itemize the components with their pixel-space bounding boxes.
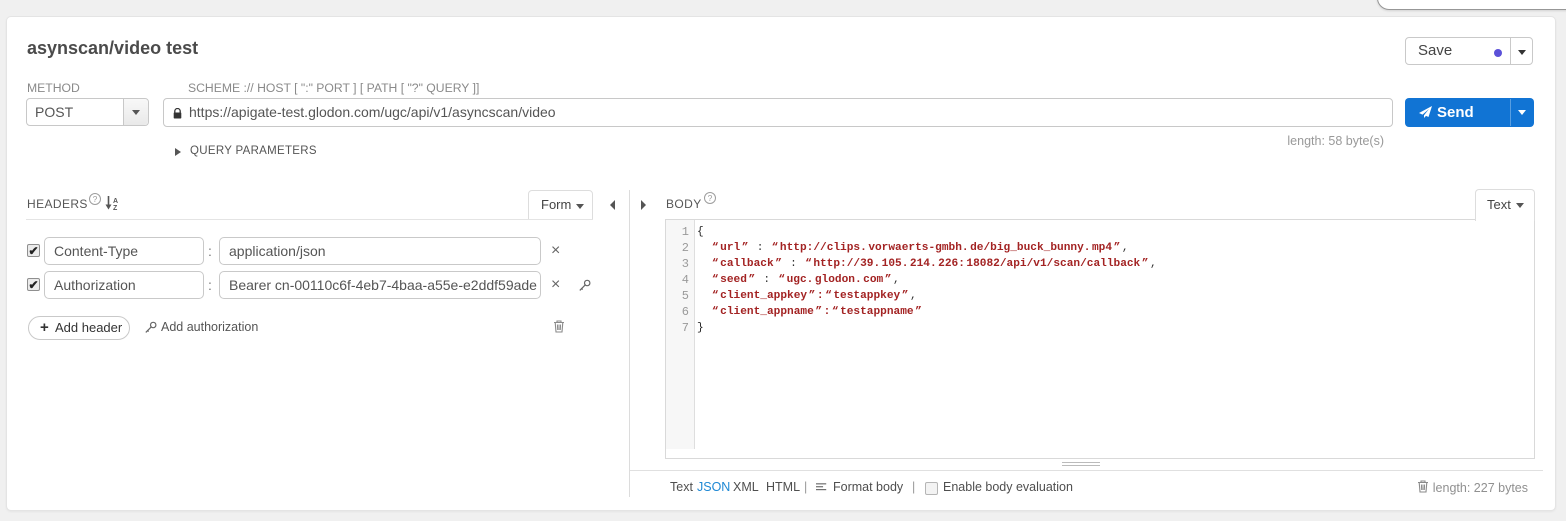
svg-text:A: A	[113, 198, 118, 205]
svg-text:Z: Z	[113, 205, 118, 211]
